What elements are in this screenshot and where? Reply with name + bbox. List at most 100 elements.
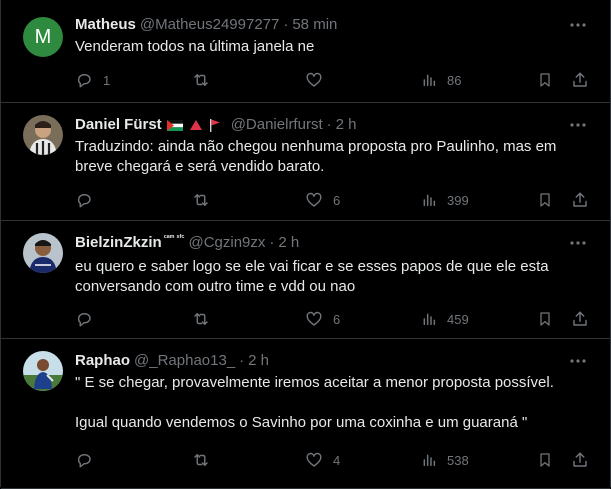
red-triangle-icon (189, 119, 203, 131)
retweet-button[interactable] (191, 190, 221, 210)
retweet-icon (191, 191, 211, 209)
author-name[interactable]: BielzinZkzin (75, 233, 162, 253)
bookmark-icon (537, 191, 553, 209)
like-button[interactable]: 6 (305, 190, 340, 210)
author-handle[interactable]: @Cgzin9zx (188, 233, 265, 253)
author-handle[interactable]: @Danielrfurst (231, 115, 323, 135)
reply-icon (75, 451, 93, 469)
timeline: M Matheus @Matheus24997277 · 58 min Vend… (0, 0, 611, 489)
retweet-icon (191, 451, 211, 469)
retweet-icon (191, 71, 211, 89)
separator-dot: · (239, 352, 245, 369)
separator-dot: · (269, 234, 275, 251)
views-button[interactable]: 538 (421, 450, 469, 470)
share-icon (571, 71, 589, 89)
bookmark-button[interactable] (537, 309, 553, 329)
red-flag-icon (209, 118, 221, 132)
bookmark-icon (537, 310, 553, 328)
views-button[interactable]: 399 (421, 190, 469, 210)
name-suffix: ᶜᵃᵐ ˢᶠᶜ (163, 233, 185, 242)
like-button[interactable] (305, 70, 333, 90)
share-button[interactable] (571, 450, 589, 470)
reply-button[interactable] (75, 309, 103, 329)
tweet-header: Matheus @Matheus24997277 · 58 min (75, 15, 560, 35)
timestamp[interactable]: 58 min (292, 15, 337, 35)
bookmark-button[interactable] (537, 190, 553, 210)
tweet-text-line: Igual quando vendemos o Savinho por uma … (75, 414, 528, 431)
share-button[interactable] (571, 190, 589, 210)
views-button[interactable]: 459 (421, 309, 469, 329)
tweet[interactable]: Daniel Fürst @Danielrfurst · 2 h Traduzi… (1, 103, 610, 221)
author-name[interactable]: Daniel Fürst (75, 115, 162, 135)
author-handle[interactable]: @_Raphao13_ (134, 351, 235, 371)
more-options-icon[interactable] (568, 351, 588, 371)
author-name[interactable]: Raphao (75, 351, 130, 371)
bookmark-icon (537, 451, 553, 469)
reply-count: 1 (103, 72, 111, 88)
retweet-button[interactable] (191, 70, 221, 90)
tweet-actions: 6 399 (75, 190, 595, 210)
reply-button[interactable]: 1 (75, 70, 110, 90)
avatar[interactable] (23, 351, 63, 391)
views-count: 399 (447, 192, 469, 208)
retweet-icon (191, 310, 211, 328)
tweet-actions: 1 86 (75, 70, 595, 90)
share-icon (571, 310, 589, 328)
bookmark-button[interactable] (537, 450, 553, 470)
more-options-icon[interactable] (568, 233, 588, 253)
more-options-icon[interactable] (568, 15, 588, 35)
separator-dot: · (326, 116, 332, 133)
like-count: 6 (333, 192, 341, 208)
tweet-text-line: eu quero e saber logo se ele vai ficar e… (75, 258, 549, 295)
like-button[interactable]: 6 (305, 309, 340, 329)
tweet[interactable]: Raphao @_Raphao13_ · 2 h " E se chegar, … (1, 339, 610, 489)
separator-dot: · (283, 16, 289, 33)
author-handle[interactable]: @Matheus24997277 (140, 15, 280, 35)
tweet[interactable]: M Matheus @Matheus24997277 · 58 min Vend… (1, 0, 610, 103)
reply-icon (75, 310, 93, 328)
avatar[interactable] (23, 115, 63, 155)
reply-button[interactable] (75, 450, 103, 470)
like-icon (305, 71, 323, 89)
reply-button[interactable] (75, 190, 103, 210)
tweet-header: BielzinZkzin ᶜᵃᵐ ˢᶠᶜ @Cgzin9zx · 2 h (75, 233, 560, 253)
bookmark-button[interactable] (537, 70, 553, 90)
like-count: 6 (333, 311, 341, 327)
share-button[interactable] (571, 70, 589, 90)
share-icon (571, 451, 589, 469)
tweet-header: Daniel Fürst @Danielrfurst · 2 h (75, 115, 560, 135)
views-button[interactable]: 86 (421, 70, 461, 90)
views-icon (421, 191, 437, 209)
tweet-text: Venderam todos na última janela ne (75, 37, 582, 57)
tweet-text-line: Venderam todos na última janela ne (75, 38, 315, 55)
author-name[interactable]: Matheus (75, 15, 136, 35)
like-icon (305, 191, 323, 209)
share-button[interactable] (571, 309, 589, 329)
views-count: 86 (447, 72, 462, 88)
retweet-button[interactable] (191, 450, 221, 470)
avatar-letter: M (34, 25, 52, 48)
like-count: 4 (333, 452, 341, 468)
avatar[interactable] (23, 233, 63, 273)
tweet-text-line: " E se chegar, provavelmente iremos acei… (75, 374, 554, 391)
more-options-icon[interactable] (568, 115, 588, 135)
avatar[interactable]: M (23, 17, 63, 57)
tweet-text: " E se chegar, provavelmente iremos acei… (75, 373, 582, 433)
tweet-header: Raphao @_Raphao13_ · 2 h (75, 351, 560, 371)
like-icon (305, 310, 323, 328)
like-button[interactable]: 4 (305, 450, 340, 470)
tweet[interactable]: BielzinZkzin ᶜᵃᵐ ˢᶠᶜ @Cgzin9zx · 2 h eu … (1, 221, 610, 339)
timestamp[interactable]: 2 h (248, 351, 269, 371)
tweet-text: Traduzindo: ainda não chegou nenhuma pro… (75, 137, 582, 177)
bookmark-icon (537, 71, 553, 89)
tweet-actions: 6 459 (75, 309, 595, 329)
retweet-button[interactable] (191, 309, 221, 329)
name-badges (166, 118, 227, 132)
timestamp[interactable]: 2 h (278, 233, 299, 253)
timestamp[interactable]: 2 h (336, 115, 357, 135)
reply-icon (75, 191, 93, 209)
views-count: 459 (447, 311, 469, 327)
reply-icon (75, 71, 93, 89)
views-count: 538 (447, 452, 469, 468)
views-icon (421, 451, 437, 469)
